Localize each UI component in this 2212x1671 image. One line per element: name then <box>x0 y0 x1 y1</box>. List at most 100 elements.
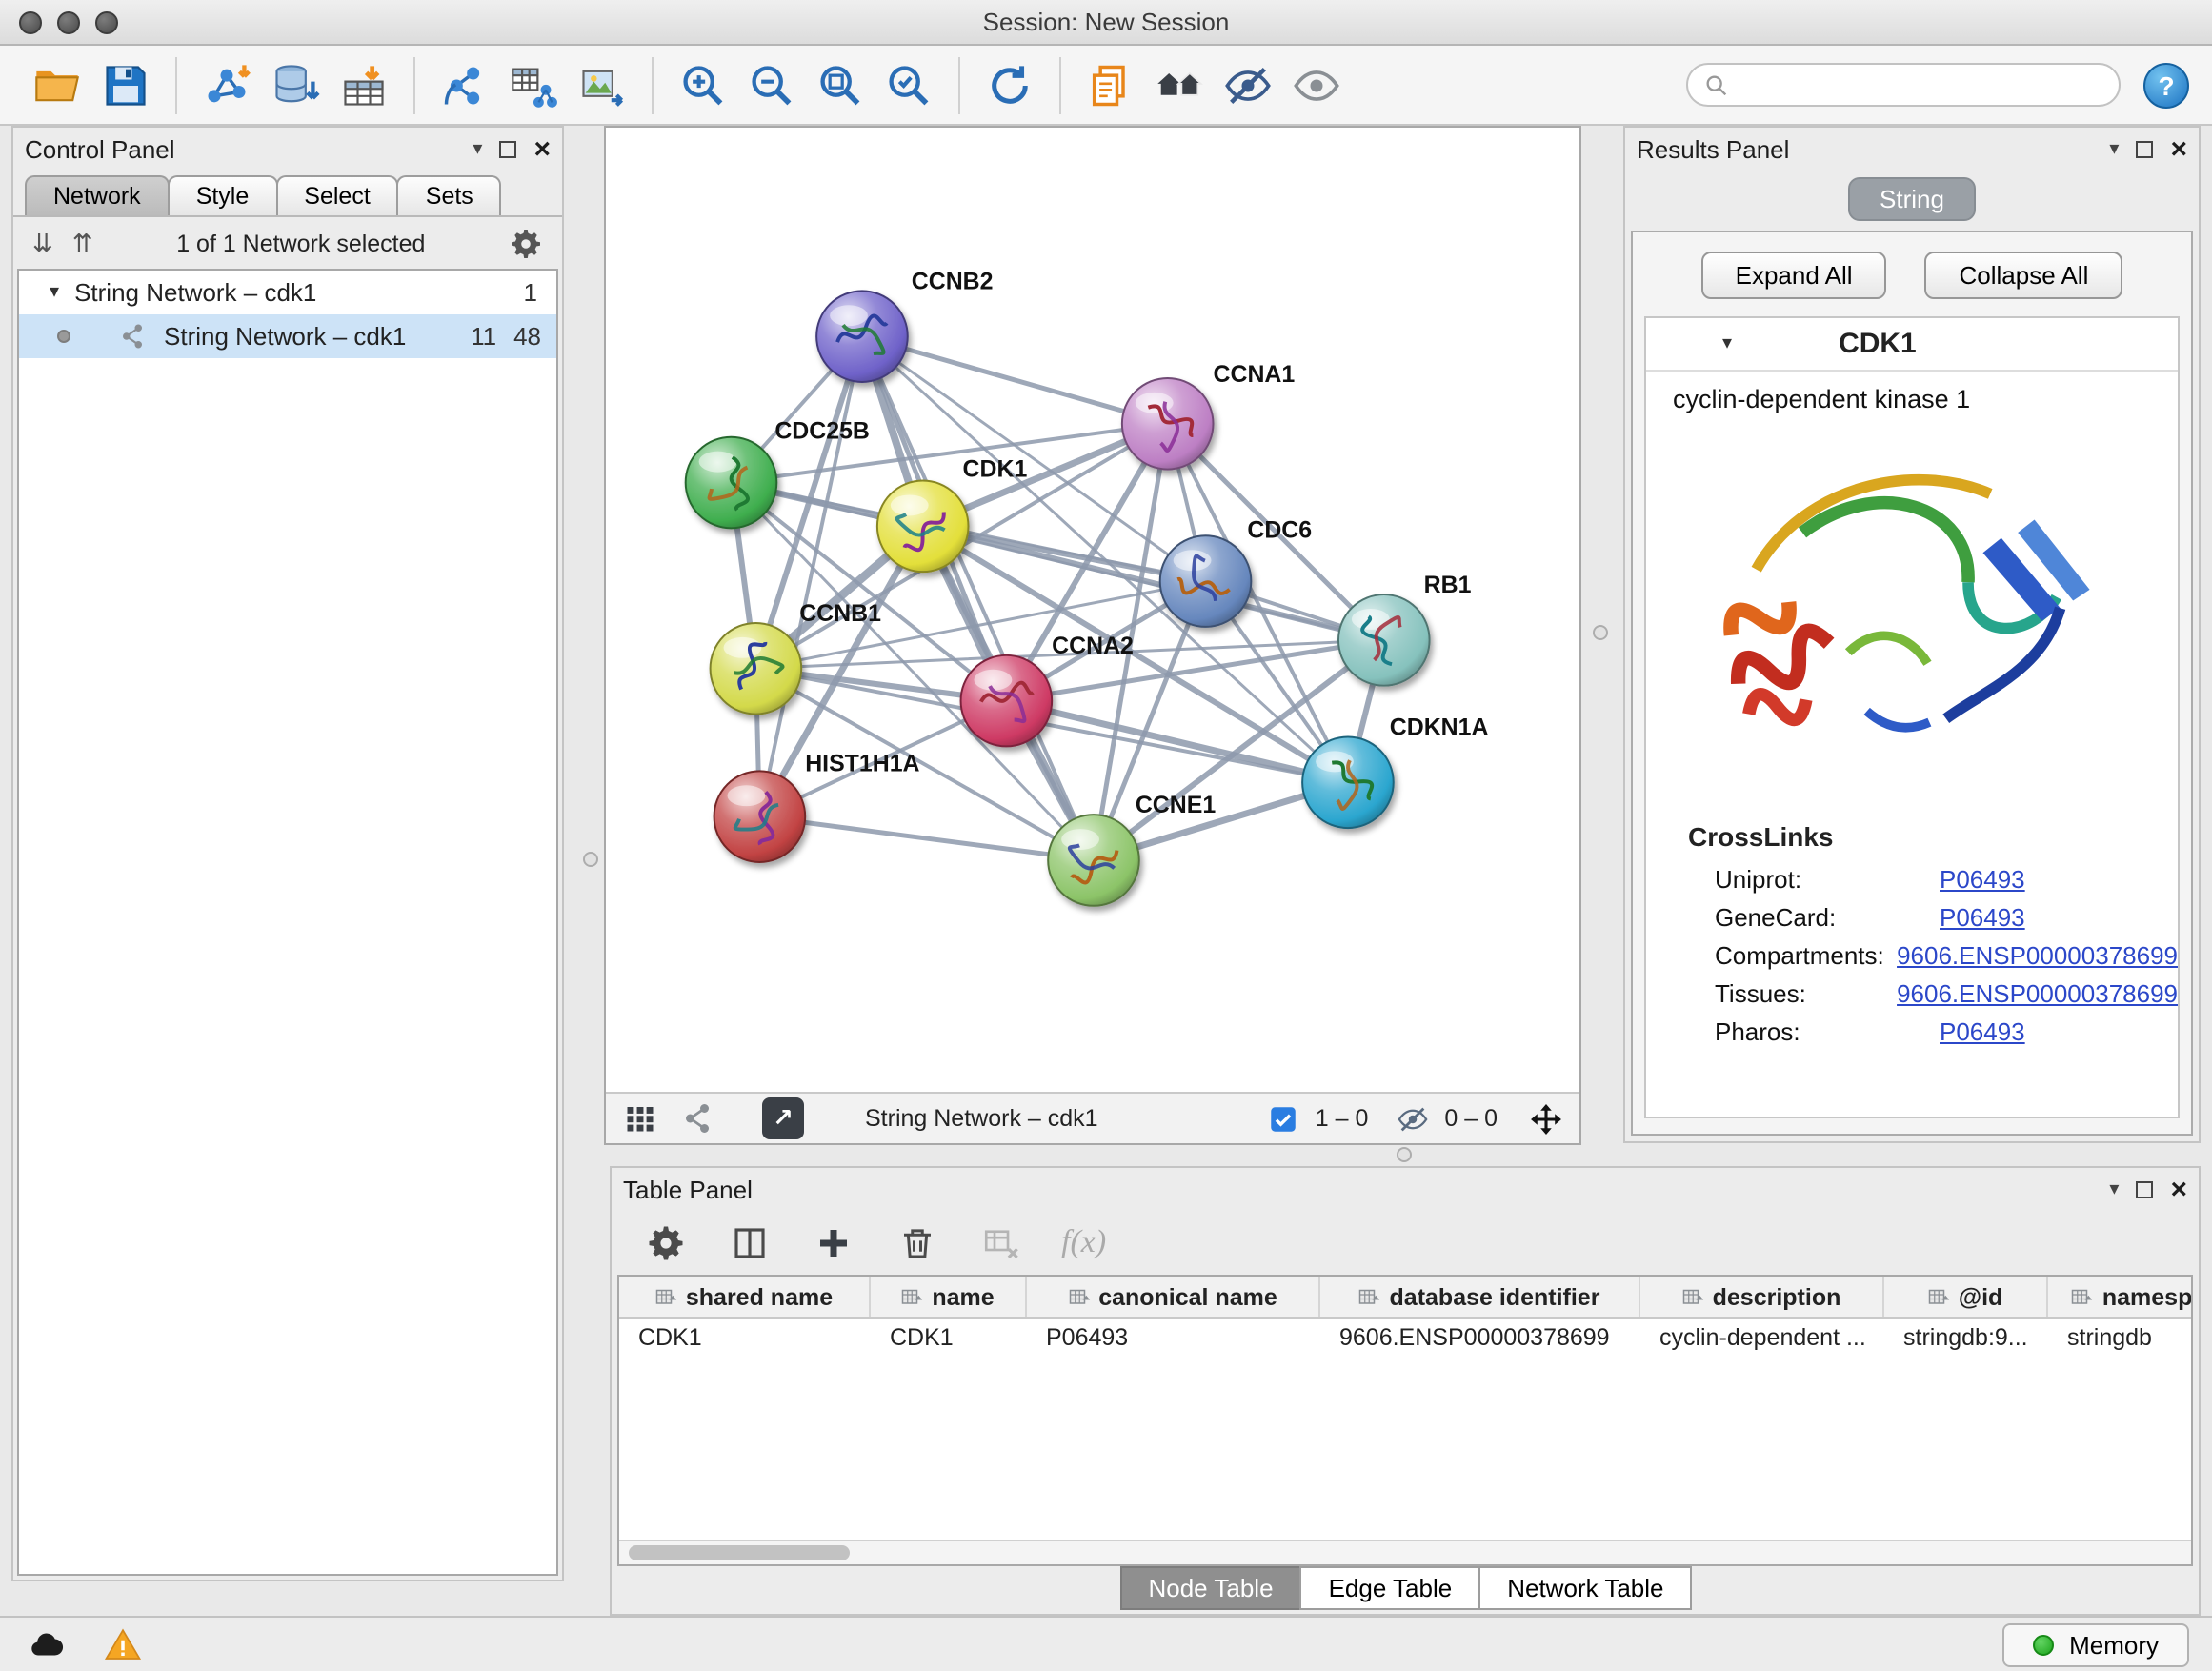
network-collection-row[interactable]: ▾ String Network – cdk1 1 <box>19 271 556 314</box>
splitter-handle[interactable] <box>1593 625 1608 640</box>
tab-string[interactable]: String <box>1847 177 1977 221</box>
hide-selected-button[interactable] <box>1214 52 1282 117</box>
crosslink-value-link[interactable]: P06493 <box>1940 1017 2025 1045</box>
tab-select[interactable]: Select <box>275 175 399 215</box>
delete-column-trash-icon[interactable] <box>894 1219 939 1265</box>
expand-all-button[interactable]: Expand All <box>1701 252 1887 299</box>
crosslink-value-link[interactable]: P06493 <box>1940 864 2025 893</box>
control-panel-header: Control Panel ▾ × <box>13 128 562 170</box>
show-all-button[interactable] <box>1282 52 1351 117</box>
panel-menu-icon[interactable]: ▾ <box>2109 138 2119 159</box>
expander-icon[interactable]: ▾ <box>50 282 59 303</box>
import-network-from-database-button[interactable] <box>261 52 330 117</box>
window-zoom-button[interactable] <box>95 11 118 34</box>
float-panel-icon[interactable] <box>2136 140 2153 157</box>
open-session-button[interactable] <box>23 52 91 117</box>
search-input[interactable] <box>1739 71 2103 98</box>
zoom-out-button[interactable] <box>737 52 806 117</box>
save-session-button[interactable] <box>91 52 160 117</box>
close-panel-icon[interactable]: × <box>2170 134 2187 163</box>
tab-sets[interactable]: Sets <box>397 175 502 215</box>
crosslink-label: GeneCard: <box>1715 902 1940 931</box>
table-row[interactable]: CDK1CDK1P064939606.ENSP00000378699cyclin… <box>619 1319 2191 1359</box>
memory-label: Memory <box>2069 1630 2159 1659</box>
new-network-from-selection-button[interactable] <box>499 52 568 117</box>
table-settings-gear-icon[interactable] <box>642 1219 688 1265</box>
zoom-selected-button[interactable] <box>875 52 943 117</box>
toolbar-separator <box>413 56 415 113</box>
tab-style[interactable]: Style <box>168 175 278 215</box>
expand-all-icon[interactable]: ⇈ <box>72 231 93 255</box>
crosslink-value-link[interactable]: P06493 <box>1940 902 2025 931</box>
column-header-name[interactable]: name <box>871 1277 1027 1317</box>
zoom-fit-button[interactable] <box>806 52 875 117</box>
gear-icon[interactable] <box>509 226 543 260</box>
crosslink-row: GeneCard:P06493 <box>1646 897 2178 936</box>
panel-menu-icon[interactable]: ▾ <box>473 138 482 159</box>
network-edge <box>862 336 1094 860</box>
network-edge <box>759 816 1094 860</box>
application-window: Session: New Session ? Control Panel ▾ ×… <box>0 0 2212 1671</box>
splitter-handle[interactable] <box>1397 1147 1412 1162</box>
cloud-icon[interactable] <box>23 1621 69 1667</box>
export-image-button[interactable] <box>568 52 636 117</box>
window-minimize-button[interactable] <box>57 11 80 34</box>
network-share-icon[interactable] <box>678 1099 716 1137</box>
collapse-all-button[interactable]: Collapse All <box>1925 252 2123 299</box>
warning-icon[interactable] <box>99 1621 145 1667</box>
memory-button[interactable]: Memory <box>2002 1622 2189 1666</box>
detach-view-icon[interactable]: ↗ <box>762 1097 804 1139</box>
add-column-icon[interactable] <box>810 1219 855 1265</box>
scrollbar-thumb[interactable] <box>629 1545 850 1560</box>
tab-network-table[interactable]: Network Table <box>1478 1566 1692 1610</box>
show-columns-icon[interactable] <box>726 1219 772 1265</box>
column-header-canonical-name[interactable]: canonical name <box>1027 1277 1320 1317</box>
hidden-eye-icon[interactable] <box>1393 1099 1431 1137</box>
crosslink-value-link[interactable]: 9606.ENSP00000378699 <box>1897 940 2178 969</box>
tab-edge-table[interactable]: Edge Table <box>1300 1566 1481 1610</box>
column-header-database-identifier[interactable]: database identifier <box>1320 1277 1640 1317</box>
tab-network[interactable]: Network <box>25 175 170 215</box>
close-panel-icon[interactable]: × <box>2170 1175 2187 1203</box>
memory-status-dot <box>2033 1634 2054 1655</box>
annotations-button[interactable] <box>1076 52 1145 117</box>
import-table-from-file-button[interactable] <box>330 52 398 117</box>
import-network-from-file-button[interactable] <box>192 52 261 117</box>
tab-node-table[interactable]: Node Table <box>1119 1566 1301 1610</box>
close-panel-icon[interactable]: × <box>533 134 551 163</box>
birdseye-view-icon[interactable] <box>621 1099 659 1137</box>
float-panel-icon[interactable] <box>2136 1180 2153 1198</box>
window-close-button[interactable] <box>19 11 42 34</box>
column-header--id[interactable]: @id <box>1884 1277 2048 1317</box>
network-icon <box>118 322 147 351</box>
column-header-description[interactable]: description <box>1640 1277 1884 1317</box>
crosslink-value-link[interactable]: 9606.ENSP00000378699 <box>1897 978 2178 1007</box>
node-label: HIST1H1A <box>805 750 919 776</box>
network-edges[interactable] <box>732 336 1384 860</box>
collapse-all-icon[interactable]: ⇊ <box>32 231 53 255</box>
node-table: shared namenamecanonical namedatabase id… <box>617 1275 2193 1566</box>
protein-section-header[interactable]: ▾ CDK1 <box>1646 318 2178 372</box>
toolbar-right: ? <box>1686 62 2189 108</box>
panel-menu-icon[interactable]: ▾ <box>2109 1178 2119 1199</box>
hide-selected-icon <box>1223 60 1273 110</box>
network-selection-status: 1 of 1 Network selected <box>112 230 490 256</box>
apply-layout-button[interactable] <box>975 52 1044 117</box>
network-tree: ▾ String Network – cdk1 1 String Network… <box>17 269 558 1576</box>
column-header-shared-name[interactable]: shared name <box>619 1277 871 1317</box>
home-button[interactable] <box>1145 52 1214 117</box>
network-canvas[interactable]: CCNB2CCNA1CDC25BCDK1CDC6RB1CCNB1CCNA2CDK… <box>606 128 1579 1092</box>
fit-content-icon[interactable] <box>1526 1099 1564 1137</box>
horizontal-scrollbar[interactable] <box>619 1540 2191 1564</box>
selected-checkbox-icon[interactable] <box>1264 1099 1302 1137</box>
network-row[interactable]: String Network – cdk1 11 48 <box>19 314 556 358</box>
section-expander-icon[interactable]: ▾ <box>1722 333 1732 354</box>
splitter-handle[interactable] <box>583 852 598 867</box>
new-network-button[interactable] <box>431 52 499 117</box>
search-box[interactable] <box>1686 63 2121 107</box>
float-panel-icon[interactable] <box>499 140 516 157</box>
help-button[interactable]: ? <box>2143 62 2189 108</box>
zoom-in-button[interactable] <box>669 52 737 117</box>
external-arrow-icon: ↗ <box>773 1103 794 1134</box>
column-header-namespace[interactable]: namespace <box>2048 1277 2193 1317</box>
